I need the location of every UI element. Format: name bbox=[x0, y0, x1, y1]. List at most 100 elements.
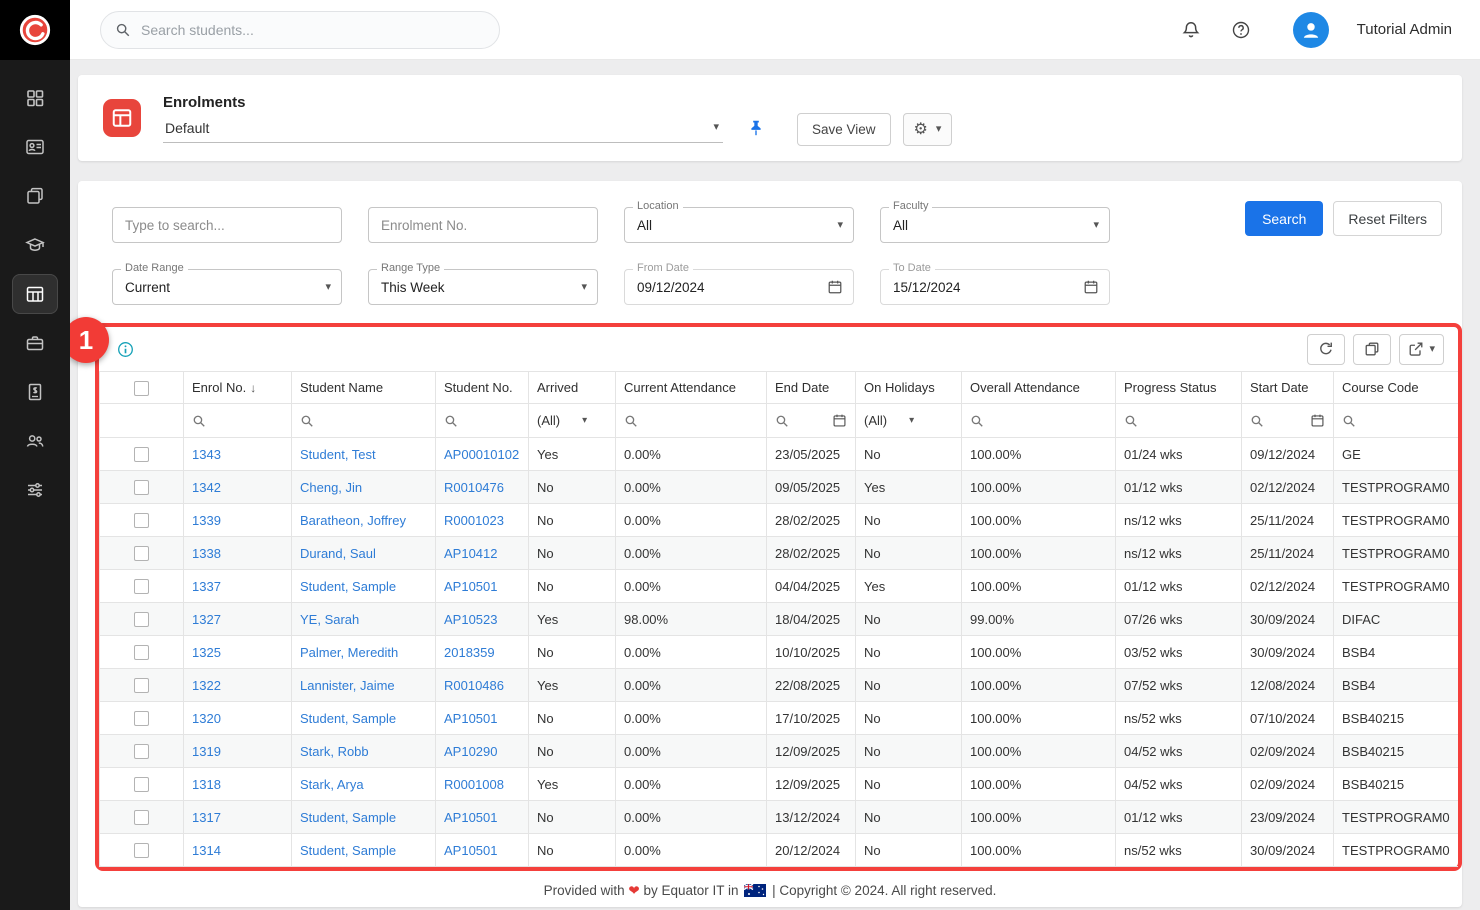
row-checkbox[interactable] bbox=[134, 480, 149, 495]
row-checkbox[interactable] bbox=[134, 579, 149, 594]
row-checkbox[interactable] bbox=[134, 744, 149, 759]
column-search-icon[interactable] bbox=[775, 414, 789, 428]
arrived-filter-select[interactable]: (All)▾ bbox=[537, 413, 607, 428]
column-search-icon[interactable] bbox=[300, 414, 314, 428]
col-end-date[interactable]: End Date bbox=[767, 372, 856, 404]
table-row[interactable]: 1343 Student, Test AP00010102 Yes 0.00% … bbox=[100, 438, 1459, 471]
type-to-search-input[interactable] bbox=[112, 207, 342, 243]
column-search-icon[interactable] bbox=[1250, 414, 1264, 428]
from-date-field[interactable]: From Date 09/12/2024 bbox=[624, 269, 854, 305]
student-no-link[interactable]: AP10290 bbox=[444, 744, 498, 759]
view-select[interactable]: Default ▾ bbox=[163, 118, 723, 143]
col-current-attendance[interactable]: Current Attendance bbox=[616, 372, 767, 404]
enrol-no-link[interactable]: 1318 bbox=[192, 777, 221, 792]
student-name-link[interactable]: Student, Sample bbox=[300, 843, 396, 858]
column-search-icon[interactable] bbox=[444, 414, 458, 428]
col-arrived[interactable]: Arrived bbox=[529, 372, 616, 404]
enrol-no-link[interactable]: 1319 bbox=[192, 744, 221, 759]
col-overall-attendance[interactable]: Overall Attendance bbox=[962, 372, 1116, 404]
table-row[interactable]: 1337 Student, Sample AP10501 No 0.00% 04… bbox=[100, 570, 1459, 603]
sidebar-item-enrolments[interactable] bbox=[12, 274, 58, 314]
holidays-filter-select[interactable]: (All)▾ bbox=[864, 413, 953, 428]
sidebar-item-contacts[interactable] bbox=[12, 127, 58, 167]
to-date-field[interactable]: To Date 15/12/2024 bbox=[880, 269, 1110, 305]
table-row[interactable]: 1319 Stark, Robb AP10290 No 0.00% 12/09/… bbox=[100, 735, 1459, 768]
student-no-link[interactable]: R0001008 bbox=[444, 777, 504, 792]
faculty-select[interactable]: Faculty All ▾ bbox=[880, 207, 1110, 243]
search-input[interactable] bbox=[141, 22, 485, 38]
table-row[interactable]: 1338 Durand, Saul AP10412 No 0.00% 28/02… bbox=[100, 537, 1459, 570]
export-button[interactable]: ▾ bbox=[1399, 334, 1444, 365]
student-no-link[interactable]: AP10523 bbox=[444, 612, 498, 627]
sidebar-item-services[interactable] bbox=[12, 323, 58, 363]
pin-view-icon[interactable] bbox=[747, 119, 767, 139]
enrol-no-link[interactable]: 1327 bbox=[192, 612, 221, 627]
enrolment-no-input[interactable] bbox=[368, 207, 598, 243]
student-no-link[interactable]: 2018359 bbox=[444, 645, 495, 660]
student-no-link[interactable]: AP00010102 bbox=[444, 447, 519, 462]
student-name-link[interactable]: Stark, Arya bbox=[300, 777, 364, 792]
student-name-link[interactable]: Student, Test bbox=[300, 447, 376, 462]
enrol-no-link[interactable]: 1337 bbox=[192, 579, 221, 594]
column-search-icon[interactable] bbox=[624, 414, 638, 428]
sidebar-item-invoices[interactable] bbox=[12, 372, 58, 412]
search-button[interactable]: Search bbox=[1245, 201, 1323, 236]
student-no-link[interactable]: AP10501 bbox=[444, 843, 498, 858]
table-row[interactable]: 1314 Student, Sample AP10501 No 0.00% 20… bbox=[100, 834, 1459, 867]
enrol-no-link[interactable]: 1325 bbox=[192, 645, 221, 660]
table-row[interactable]: 1342 Cheng, Jin R0010476 No 0.00% 09/05/… bbox=[100, 471, 1459, 504]
column-search-icon[interactable] bbox=[970, 414, 984, 428]
enrol-no-link[interactable]: 1320 bbox=[192, 711, 221, 726]
row-checkbox[interactable] bbox=[134, 777, 149, 792]
enrol-no-link[interactable]: 1314 bbox=[192, 843, 221, 858]
student-no-link[interactable]: AP10501 bbox=[444, 711, 498, 726]
table-row[interactable]: 1317 Student, Sample AP10501 No 0.00% 13… bbox=[100, 801, 1459, 834]
row-checkbox[interactable] bbox=[134, 612, 149, 627]
student-name-link[interactable]: Cheng, Jin bbox=[300, 480, 362, 495]
row-checkbox[interactable] bbox=[134, 513, 149, 528]
sidebar-item-users[interactable] bbox=[12, 421, 58, 461]
student-name-link[interactable]: Lannister, Jaime bbox=[300, 678, 395, 693]
student-name-link[interactable]: Stark, Robb bbox=[300, 744, 369, 759]
view-settings-button[interactable]: ⚙ ▾ bbox=[903, 113, 953, 146]
student-name-link[interactable]: Student, Sample bbox=[300, 711, 396, 726]
calendar-icon[interactable] bbox=[1083, 279, 1099, 295]
row-checkbox[interactable] bbox=[134, 843, 149, 858]
calendar-icon[interactable] bbox=[832, 413, 847, 428]
row-checkbox[interactable] bbox=[134, 711, 149, 726]
student-no-link[interactable]: AP10412 bbox=[444, 546, 498, 561]
student-name-link[interactable]: Durand, Saul bbox=[300, 546, 376, 561]
col-enrol-no[interactable]: Enrol No.↓ bbox=[184, 372, 292, 404]
enrol-no-link[interactable]: 1342 bbox=[192, 480, 221, 495]
reset-filters-button[interactable]: Reset Filters bbox=[1333, 201, 1442, 236]
refresh-button[interactable] bbox=[1307, 334, 1345, 365]
enrol-no-link[interactable]: 1339 bbox=[192, 513, 221, 528]
col-start-date[interactable]: Start Date bbox=[1242, 372, 1334, 404]
range-type-select[interactable]: Range Type This Week ▾ bbox=[368, 269, 598, 305]
student-no-link[interactable]: R0001023 bbox=[444, 513, 504, 528]
col-course-code[interactable]: Course Code bbox=[1334, 372, 1459, 404]
info-icon[interactable] bbox=[117, 341, 134, 358]
student-search[interactable] bbox=[100, 11, 500, 49]
help-icon[interactable] bbox=[1229, 18, 1253, 42]
row-checkbox[interactable] bbox=[134, 810, 149, 825]
row-checkbox[interactable] bbox=[134, 645, 149, 660]
col-student-name[interactable]: Student Name bbox=[292, 372, 436, 404]
calendar-icon[interactable] bbox=[827, 279, 843, 295]
student-name-link[interactable]: Student, Sample bbox=[300, 579, 396, 594]
sidebar-item-settings[interactable] bbox=[12, 470, 58, 510]
student-name-link[interactable]: YE, Sarah bbox=[300, 612, 359, 627]
sidebar-item-dashboard[interactable] bbox=[12, 78, 58, 118]
student-name-link[interactable]: Palmer, Meredith bbox=[300, 645, 398, 660]
sidebar-item-reports[interactable] bbox=[12, 176, 58, 216]
student-no-link[interactable]: R0010476 bbox=[444, 480, 504, 495]
student-no-link[interactable]: R0010486 bbox=[444, 678, 504, 693]
student-name-link[interactable]: Baratheon, Joffrey bbox=[300, 513, 406, 528]
calendar-icon[interactable] bbox=[1310, 413, 1325, 428]
save-view-button[interactable]: Save View bbox=[797, 113, 891, 146]
table-row[interactable]: 1318 Stark, Arya R0001008 Yes 0.00% 12/0… bbox=[100, 768, 1459, 801]
enrol-no-link[interactable]: 1322 bbox=[192, 678, 221, 693]
column-search-icon[interactable] bbox=[1342, 414, 1356, 428]
enrol-no-link[interactable]: 1338 bbox=[192, 546, 221, 561]
column-search-icon[interactable] bbox=[192, 414, 206, 428]
